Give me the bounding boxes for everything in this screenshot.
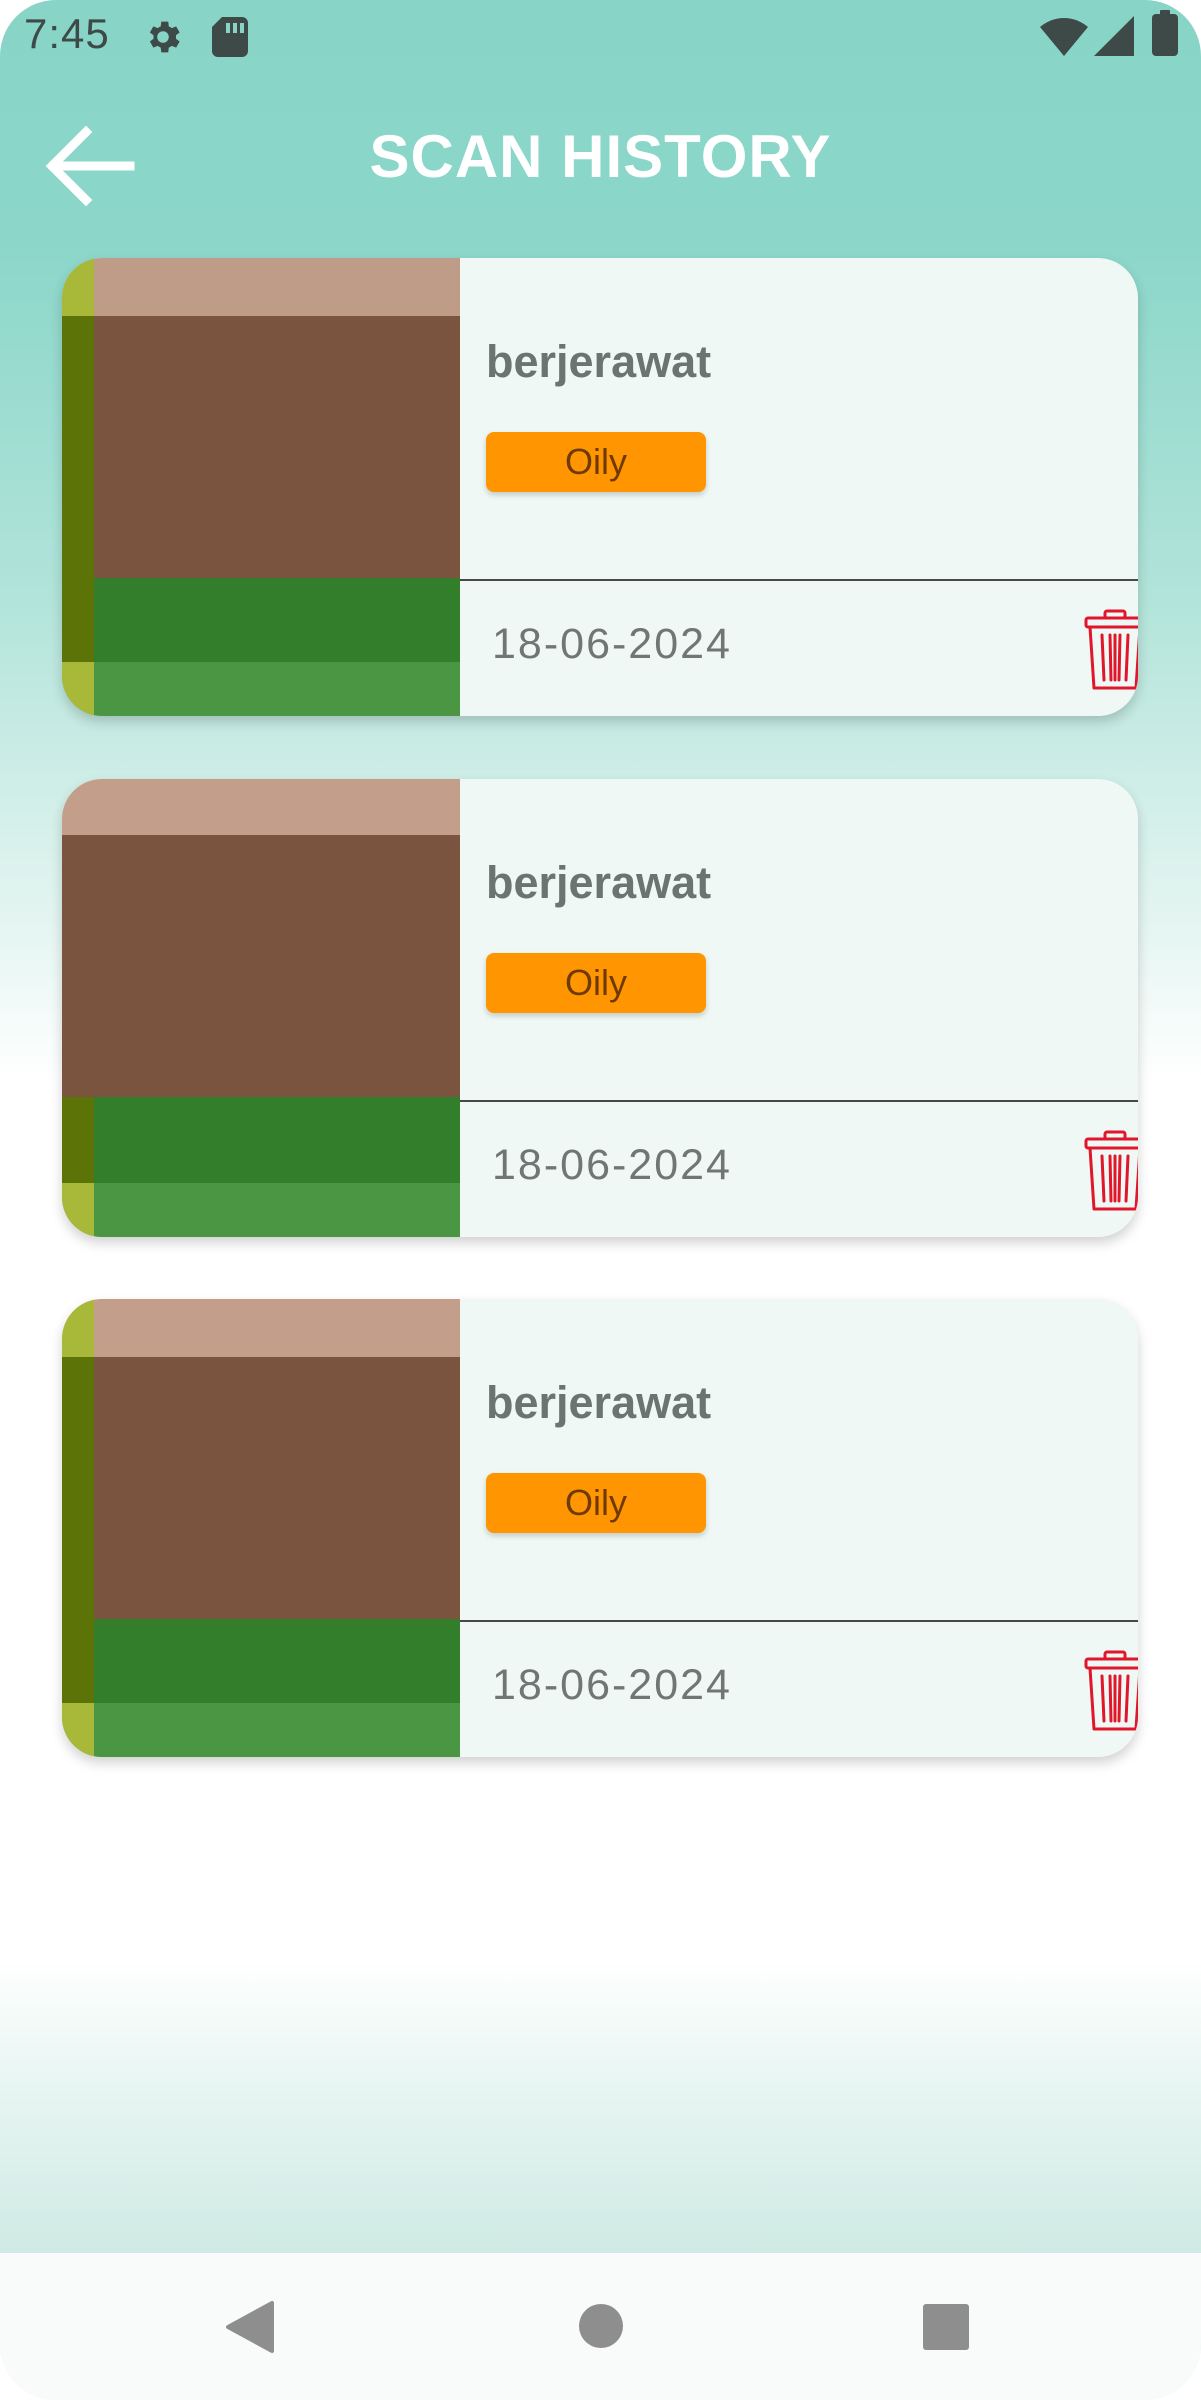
- scan-name: berjerawat: [486, 1377, 712, 1428]
- home-circle-icon: [579, 2304, 623, 2348]
- wifi-icon: [1040, 18, 1088, 61]
- sd-card-icon: [212, 17, 248, 62]
- gear-icon: [142, 16, 184, 63]
- scan-date: 18-06-2024: [492, 1661, 732, 1709]
- nav-back-button[interactable]: [224, 2299, 276, 2360]
- status-time: 7:45: [24, 10, 110, 57]
- delete-button[interactable]: [1080, 1649, 1138, 1733]
- card-info: berjerawat Oily 18-06-2024: [460, 1299, 1138, 1757]
- trash-icon: [1084, 609, 1138, 690]
- scan-name: berjerawat: [486, 336, 712, 387]
- scan-history-screen: 7:45 SCAN HISTORY berjerawat Oily 18-06-…: [0, 0, 1201, 2400]
- delete-button[interactable]: [1080, 1129, 1138, 1213]
- battery-icon: [1152, 10, 1178, 61]
- signal-icon: [1094, 16, 1134, 61]
- trash-icon: [1084, 1130, 1138, 1211]
- card-divider: [460, 1100, 1138, 1102]
- nav-recents-button[interactable]: [923, 2304, 969, 2355]
- scan-date: 18-06-2024: [492, 1141, 732, 1189]
- scan-date: 18-06-2024: [492, 620, 732, 668]
- card-info: berjerawat Oily 18-06-2024: [460, 779, 1138, 1237]
- nav-home-button[interactable]: [578, 2303, 624, 2354]
- skin-type-badge: Oily: [486, 953, 706, 1013]
- back-triangle-icon: [226, 2301, 274, 2353]
- scan-thumbnail: [62, 779, 460, 1237]
- status-bar: 7:45: [0, 0, 1201, 74]
- history-card[interactable]: berjerawat Oily 18-06-2024: [62, 1299, 1138, 1757]
- skin-type-badge: Oily: [486, 432, 706, 492]
- trash-icon: [1084, 1650, 1138, 1731]
- scan-name: berjerawat: [486, 857, 712, 908]
- card-divider: [460, 579, 1138, 581]
- scan-thumbnail: [62, 258, 460, 716]
- card-info: berjerawat Oily 18-06-2024: [460, 258, 1138, 716]
- delete-button[interactable]: [1080, 608, 1138, 692]
- page-title: SCAN HISTORY: [369, 123, 832, 190]
- card-divider: [460, 1620, 1138, 1622]
- history-card[interactable]: berjerawat Oily 18-06-2024: [62, 779, 1138, 1237]
- skin-type-badge: Oily: [486, 1473, 706, 1533]
- system-nav-bar: [0, 2253, 1201, 2400]
- scan-thumbnail: [62, 1299, 460, 1757]
- history-card[interactable]: berjerawat Oily 18-06-2024: [62, 258, 1138, 716]
- recents-square-icon: [923, 2304, 969, 2350]
